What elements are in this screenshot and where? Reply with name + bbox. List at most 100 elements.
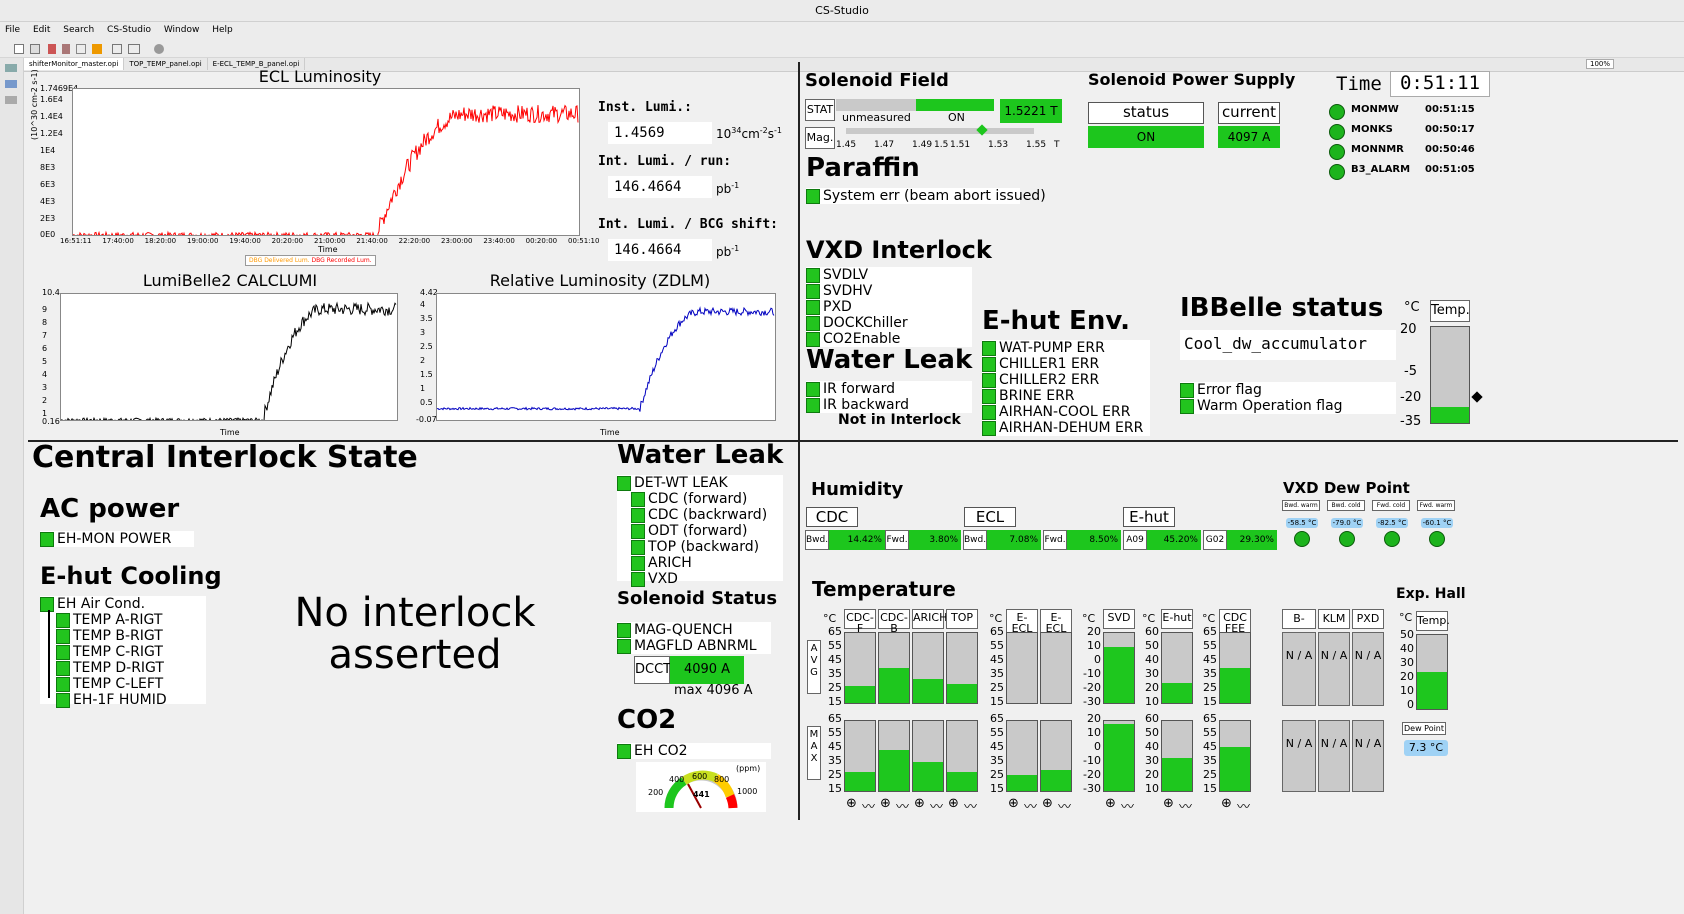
temp-scale-tick: 50 xyxy=(1145,726,1159,739)
ibbelle-temp-unit: °C xyxy=(1404,300,1420,315)
temp-scale-tick: -10 xyxy=(1083,667,1101,680)
temp-scale-tick: 0 xyxy=(1094,740,1101,753)
time-value: 0:51:11 xyxy=(1390,71,1490,97)
list-item: Error flag xyxy=(1180,382,1396,398)
calclumi-ytick: 8 xyxy=(42,318,48,327)
trend-icon: 〰 xyxy=(930,800,944,815)
item-label: ODT (forward) xyxy=(648,523,748,539)
na-text: N / A xyxy=(1354,737,1382,750)
bcg-lumi-value: 146.4664 xyxy=(608,239,712,261)
temp-scale-tick: 25 xyxy=(828,681,842,694)
temp-scale-tick: 15 xyxy=(1203,695,1217,708)
menu-csstudio[interactable]: CS-Studio xyxy=(102,22,156,38)
grid-icon[interactable] xyxy=(112,44,122,54)
ecl-ytick: 1.4E4 xyxy=(40,112,63,121)
display-icon[interactable] xyxy=(128,44,140,54)
menu-edit[interactable]: Edit xyxy=(28,22,55,38)
temp-unit: °C xyxy=(1202,612,1216,625)
zdlm-ytick: 3.5 xyxy=(420,314,433,323)
exphall-col: PXD xyxy=(1352,609,1384,629)
dew-value: -79.0 °C xyxy=(1331,518,1363,528)
monitor-name: B3_ALARM xyxy=(1351,164,1411,175)
menu-file[interactable]: File xyxy=(0,22,25,38)
temp-avg-bar xyxy=(1219,632,1251,704)
monitor-time: 00:50:46 xyxy=(1425,144,1475,155)
zdlm-plot-area[interactable] xyxy=(436,293,776,421)
temp-scale-tick: 30 xyxy=(1145,754,1159,767)
left-toolstrip xyxy=(0,58,24,914)
trend-icon: 〰 xyxy=(1121,800,1135,815)
menu-search[interactable]: Search xyxy=(58,22,99,38)
temp-scale-tick: 10 xyxy=(1087,639,1101,652)
ecl-ytick: 1E4 xyxy=(40,146,56,155)
temp-unit: °C xyxy=(1142,612,1156,625)
trend-icon: 〰 xyxy=(1058,800,1072,815)
calclumi-xlabel: Time xyxy=(220,428,240,437)
unit-base: 10 xyxy=(716,127,732,141)
monitor-time: 00:51:15 xyxy=(1425,104,1475,115)
dew-value: -82.5 °C xyxy=(1376,518,1408,528)
na-text: N / A xyxy=(1320,737,1348,750)
item-label: TEMP B-RIGT xyxy=(73,628,163,644)
temp-scale-tick: 15 xyxy=(990,782,1004,795)
list-item: MAG-QUENCH xyxy=(617,622,771,638)
temp-scale-tick: 10 xyxy=(1145,695,1159,708)
edit-icon[interactable] xyxy=(62,44,70,54)
dew-led xyxy=(1339,531,1355,547)
ecl-ytick: 4E3 xyxy=(40,197,56,206)
zoom-select[interactable]: 100% xyxy=(1585,59,1614,69)
temp-unit: °C xyxy=(1082,612,1096,625)
new-icon[interactable] xyxy=(14,44,24,54)
ecl-xtick: 23:00:00 xyxy=(441,237,473,245)
save-icon[interactable] xyxy=(30,44,40,54)
mag-unit: T xyxy=(1054,140,1060,150)
zoom-icon: ⊕ xyxy=(1105,796,1116,811)
temp-scale-tick: 35 xyxy=(990,754,1004,767)
item-label: MAGFLD ABNRML xyxy=(634,638,757,654)
perspective-icon[interactable] xyxy=(5,64,17,72)
temp-scale-tick: 65 xyxy=(990,625,1004,638)
exphall-col: B-ECL xyxy=(1282,609,1316,643)
ecl-plot-area[interactable] xyxy=(72,88,580,242)
calclumi-plot-area[interactable] xyxy=(60,293,398,424)
item-label: ARICH xyxy=(648,555,692,571)
ibbelle-temp-bar xyxy=(1430,326,1470,424)
exphall-na: N / A xyxy=(1282,720,1316,792)
status-led xyxy=(40,596,54,612)
menu-window[interactable]: Window xyxy=(159,22,205,38)
stat-unmeasured-label: unmeasured xyxy=(842,111,911,124)
outline-icon[interactable] xyxy=(5,96,17,104)
monitor-led xyxy=(1329,124,1345,140)
temp-scale-tick: 20 xyxy=(1145,768,1159,781)
menu-help[interactable]: Help xyxy=(207,22,238,38)
temp-scale-tick: 30 xyxy=(1145,667,1159,680)
item-label: AIRHAN-COOL ERR xyxy=(999,404,1131,420)
run-icon[interactable] xyxy=(48,44,56,54)
inst-lumi-value: 1.4569 xyxy=(608,122,712,144)
temp-scale-tick: -10 xyxy=(1083,754,1101,767)
zdlm-ytick: 0.5 xyxy=(420,398,433,407)
item-label: TEMP C-RIGT xyxy=(73,644,163,660)
status-led xyxy=(631,571,645,587)
calclumi-ytick: 2 xyxy=(42,396,48,405)
ecl-xtick: 00:51:10 xyxy=(568,237,600,245)
list-item: SVDHV xyxy=(806,283,972,299)
settings-icon[interactable] xyxy=(154,44,164,54)
temp-col-header: SVD xyxy=(1103,609,1135,629)
temp-fill xyxy=(913,678,943,703)
bcg-lumi-label: Int. Lumi. / BCG shift: xyxy=(598,217,779,232)
status-led xyxy=(56,660,70,676)
exphall-col: KLM xyxy=(1318,609,1350,629)
list-item: TOP (backward) xyxy=(617,539,783,555)
navigator-icon[interactable] xyxy=(5,80,17,88)
mag-tick: 1.45 xyxy=(836,140,857,150)
ecl-xtick: 22:20:00 xyxy=(398,237,431,245)
vxd-dew-items: Bwd. warm -58.5 °C Bwd. cold -79.0 °C Fw… xyxy=(1282,500,1462,550)
exphall-na: N / A xyxy=(1318,720,1350,792)
tool-icon[interactable] xyxy=(92,44,102,54)
temp-scale-tick: 35 xyxy=(1203,667,1217,680)
ehut-env-list: WAT-PUMP ERR CHILLER1 ERR CHILLER2 ERR B… xyxy=(982,340,1150,436)
vertical-divider xyxy=(798,62,800,820)
humidity-cell-value: 7.08% xyxy=(987,530,1041,550)
copy-icon[interactable] xyxy=(76,44,86,54)
